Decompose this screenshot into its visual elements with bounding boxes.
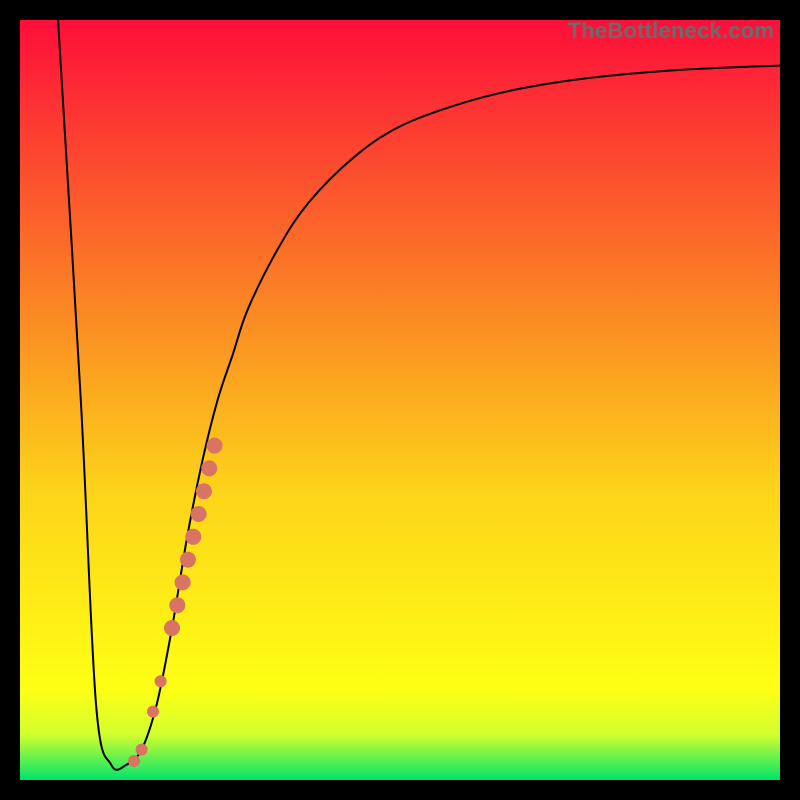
curve-marker: [147, 706, 159, 718]
curve-marker: [169, 597, 185, 613]
curve-line: [58, 20, 780, 770]
markers-group: [128, 438, 223, 767]
curve-marker: [201, 460, 217, 476]
curve-marker: [175, 574, 191, 590]
curve-marker: [164, 620, 180, 636]
curve-marker: [196, 483, 212, 499]
curve-marker: [185, 529, 201, 545]
chart-overlay: [20, 20, 780, 780]
curve-marker: [180, 552, 196, 568]
curve-marker: [191, 506, 207, 522]
curve-marker: [128, 755, 140, 767]
curve-marker: [207, 438, 223, 454]
curve-marker: [155, 675, 167, 687]
curve-marker: [136, 744, 148, 756]
chart-frame: TheBottleneck.com: [20, 20, 780, 780]
